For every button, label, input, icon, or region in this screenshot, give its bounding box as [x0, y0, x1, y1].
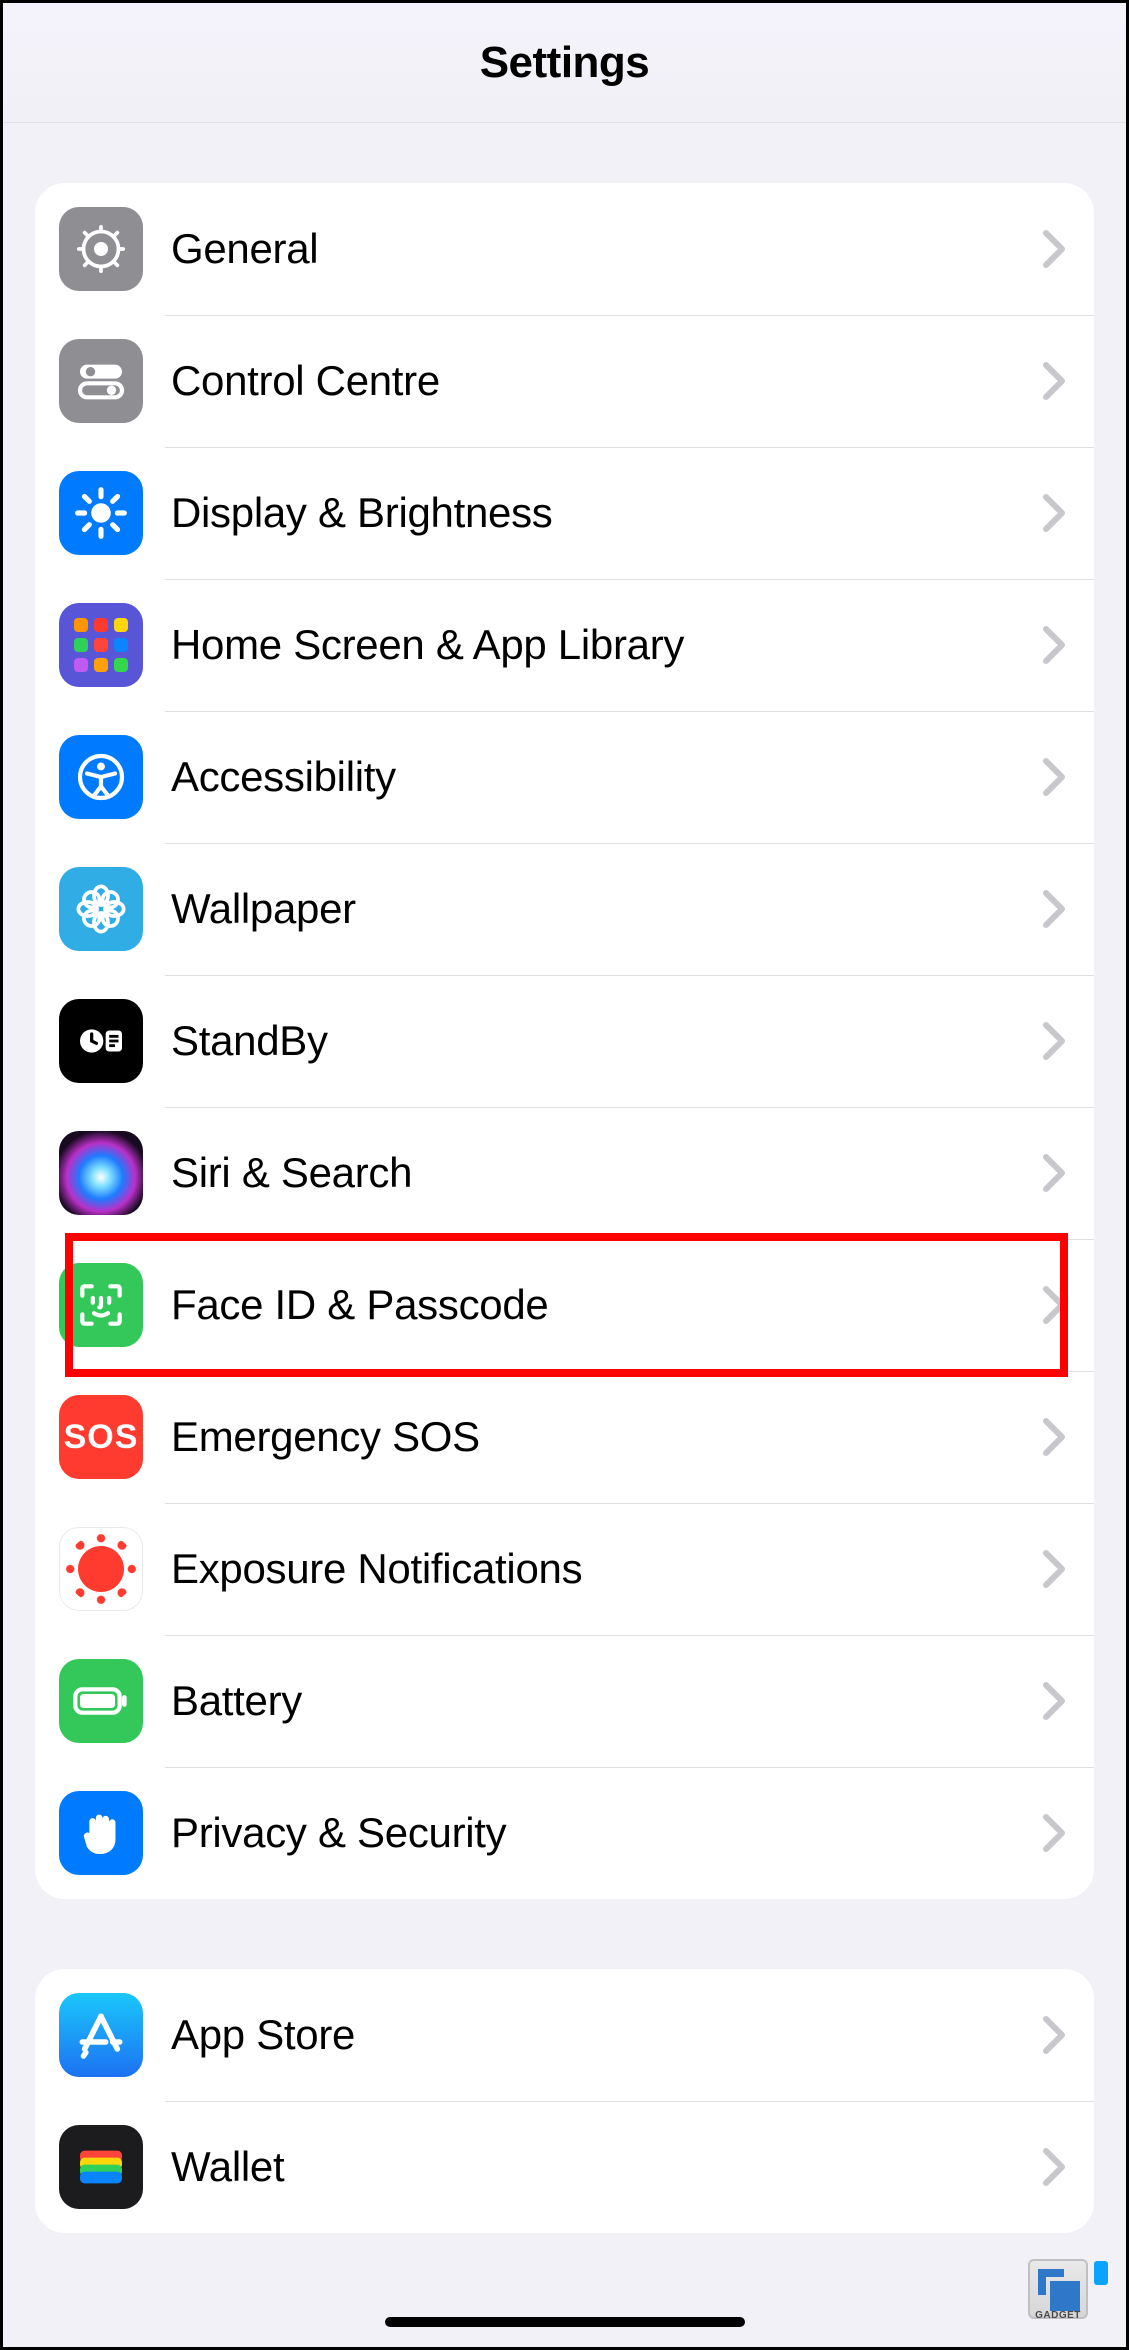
row-label: Emergency SOS — [171, 1413, 1042, 1461]
row-label: StandBy — [171, 1017, 1042, 1065]
siri-icon — [59, 1131, 143, 1215]
row-general[interactable]: General — [35, 183, 1094, 315]
appstore-icon — [59, 1993, 143, 2077]
row-label: Battery — [171, 1677, 1042, 1725]
watermark: GADGET — [1028, 2259, 1108, 2319]
row-wallpaper[interactable]: Wallpaper — [35, 843, 1094, 975]
row-label: App Store — [171, 2011, 1042, 2059]
row-label: Display & Brightness — [171, 489, 1042, 537]
chevron-right-icon — [1042, 229, 1066, 269]
faceid-icon — [59, 1263, 143, 1347]
row-app-store[interactable]: App Store — [35, 1969, 1094, 2101]
toggles-icon — [59, 339, 143, 423]
row-standby[interactable]: StandBy — [35, 975, 1094, 1107]
home-indicator[interactable] — [385, 2317, 745, 2327]
exposure-icon — [59, 1527, 143, 1611]
battery-icon — [59, 1659, 143, 1743]
row-label: Exposure Notifications — [171, 1545, 1042, 1593]
settings-group-2: App Store Wallet — [35, 1969, 1094, 2233]
page-title: Settings — [480, 38, 650, 88]
row-battery[interactable]: Battery — [35, 1635, 1094, 1767]
row-home-screen[interactable]: Home Screen & App Library — [35, 579, 1094, 711]
row-label: Face ID & Passcode — [171, 1281, 1042, 1329]
chevron-right-icon — [1042, 1549, 1066, 1589]
row-wallet[interactable]: Wallet — [35, 2101, 1094, 2233]
row-emergency-sos[interactable]: SOS Emergency SOS — [35, 1371, 1094, 1503]
chevron-right-icon — [1042, 1813, 1066, 1853]
chevron-right-icon — [1042, 1417, 1066, 1457]
sos-icon: SOS — [59, 1395, 143, 1479]
wallet-icon — [59, 2125, 143, 2209]
app-grid-icon — [59, 603, 143, 687]
chevron-right-icon — [1042, 1021, 1066, 1061]
row-faceid-passcode[interactable]: Face ID & Passcode — [35, 1239, 1094, 1371]
row-privacy-security[interactable]: Privacy & Security — [35, 1767, 1094, 1899]
chevron-right-icon — [1042, 2015, 1066, 2055]
row-label: Wallet — [171, 2143, 1042, 2191]
row-accessibility[interactable]: Accessibility — [35, 711, 1094, 843]
accessibility-icon — [59, 735, 143, 819]
settings-group-1: General Control Centre Display & Brightn… — [35, 183, 1094, 1899]
row-label: Wallpaper — [171, 885, 1042, 933]
chevron-right-icon — [1042, 493, 1066, 533]
row-siri-search[interactable]: Siri & Search — [35, 1107, 1094, 1239]
row-display-brightness[interactable]: Display & Brightness — [35, 447, 1094, 579]
settings-list: General Control Centre Display & Brightn… — [3, 123, 1126, 2233]
hand-icon — [59, 1791, 143, 1875]
flower-icon — [59, 867, 143, 951]
row-label: Siri & Search — [171, 1149, 1042, 1197]
chevron-right-icon — [1042, 1681, 1066, 1721]
row-label: Home Screen & App Library — [171, 621, 1042, 669]
row-control-centre[interactable]: Control Centre — [35, 315, 1094, 447]
row-label: Privacy & Security — [171, 1809, 1042, 1857]
sun-icon — [59, 471, 143, 555]
row-label: Control Centre — [171, 357, 1042, 405]
gear-icon — [59, 207, 143, 291]
clock-card-icon — [59, 999, 143, 1083]
chevron-right-icon — [1042, 757, 1066, 797]
row-label: General — [171, 225, 1042, 273]
row-exposure-notifications[interactable]: Exposure Notifications — [35, 1503, 1094, 1635]
chevron-right-icon — [1042, 1153, 1066, 1193]
chevron-right-icon — [1042, 1285, 1066, 1325]
chevron-right-icon — [1042, 2147, 1066, 2187]
chevron-right-icon — [1042, 361, 1066, 401]
chevron-right-icon — [1042, 625, 1066, 665]
header: Settings — [3, 3, 1126, 123]
chevron-right-icon — [1042, 889, 1066, 929]
row-label: Accessibility — [171, 753, 1042, 801]
